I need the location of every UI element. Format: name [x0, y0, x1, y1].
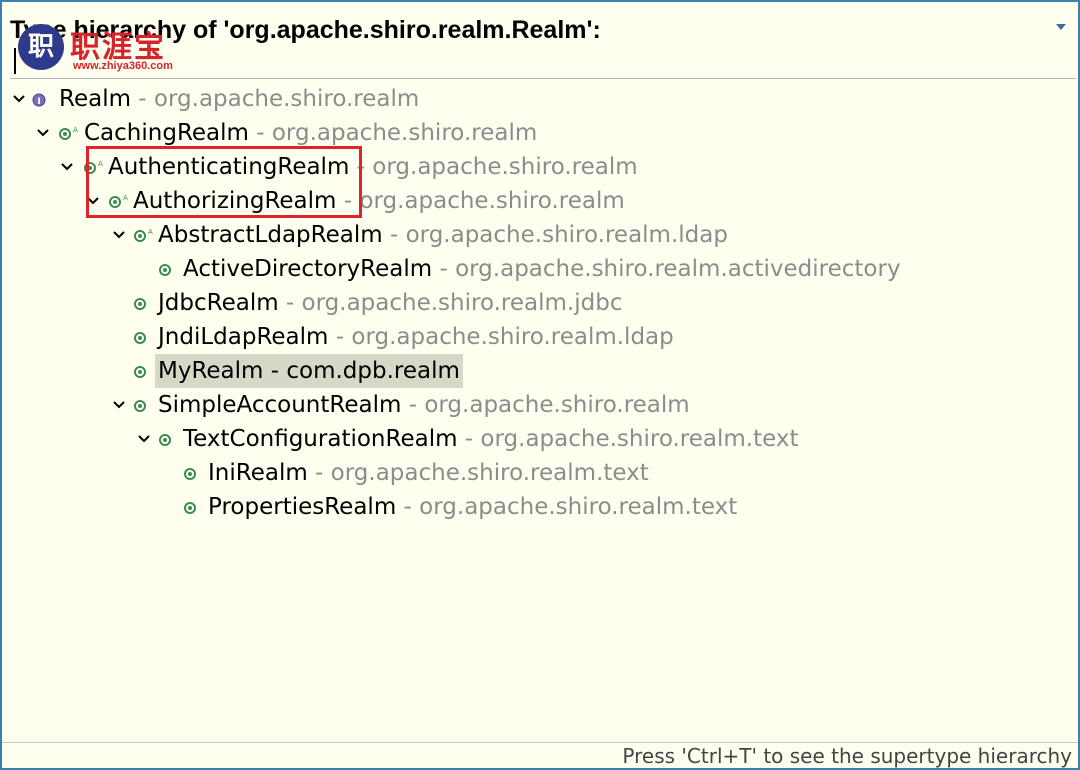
- type-package: com.dpb.realm: [286, 358, 460, 384]
- class-icon: [156, 258, 178, 280]
- class-icon: [131, 326, 153, 348]
- type-package: org.apache.shiro.realm.text: [419, 494, 738, 520]
- status-divider: [2, 742, 1078, 743]
- type-package: org.apache.shiro.realm: [271, 120, 538, 146]
- type-separator: -: [307, 460, 331, 486]
- type-separator: -: [278, 290, 302, 316]
- type-name: ActiveDirectoryRealm: [183, 256, 433, 282]
- type-package: org.apache.shiro.realm.text: [480, 426, 799, 452]
- type-separator: -: [263, 358, 287, 384]
- type-name: PropertiesRealm: [208, 494, 397, 520]
- watermark-logo: 职 职涯宝 www.zhiya360.com: [18, 24, 198, 76]
- type-name: TextConfigurationRealm: [183, 426, 458, 452]
- type-name: JndiLdapRealm: [158, 324, 329, 350]
- type-separator: -: [457, 426, 481, 452]
- type-package: org.apache.shiro.realm.activedirectory: [455, 256, 901, 282]
- watermark-url: www.zhiya360.com: [73, 60, 173, 72]
- type-package: org.apache.shiro.realm: [359, 188, 625, 214]
- type-name: Realm: [59, 86, 131, 112]
- class-icon: [131, 394, 153, 416]
- type-separator: -: [382, 222, 406, 248]
- svg-text:A: A: [73, 126, 78, 134]
- type-name: AbstractLdapRealm: [158, 222, 383, 248]
- type-separator: -: [401, 392, 425, 418]
- class-icon: [181, 462, 203, 484]
- type-name: JdbcRealm: [158, 290, 279, 316]
- type-separator: -: [131, 86, 154, 112]
- class-icon: [131, 360, 153, 382]
- chevron-down-icon[interactable]: [12, 94, 26, 104]
- svg-text:I: I: [37, 97, 40, 107]
- chevron-down-icon[interactable]: [112, 230, 126, 240]
- type-package: org.apache.shiro.realm.ldap: [351, 324, 674, 350]
- class-icon: [181, 496, 203, 518]
- type-name: CachingRealm: [84, 120, 249, 146]
- type-package: org.apache.shiro.realm.ldap: [405, 222, 728, 248]
- abstract-class-icon: A: [56, 122, 78, 144]
- chevron-down-icon[interactable]: [36, 128, 50, 138]
- annotation-highlight-box: [86, 146, 362, 218]
- type-hierarchy-popup: Type hierarchy of 'org.apache.shiro.real…: [0, 0, 1080, 770]
- chevron-down-icon[interactable]: [60, 162, 74, 172]
- filter-input-caret[interactable]: [14, 48, 16, 74]
- type-separator: -: [248, 120, 272, 146]
- chevron-down-icon[interactable]: [112, 400, 126, 410]
- class-icon: [156, 428, 178, 450]
- type-package: org.apache.shiro.realm.jdbc: [301, 290, 623, 316]
- chevron-down-icon[interactable]: [137, 434, 151, 444]
- filter-input-underline: [10, 78, 1076, 79]
- type-name: MyRealm: [158, 358, 264, 384]
- type-package: org.apache.shiro.realm: [424, 392, 690, 418]
- svg-text:A: A: [148, 228, 153, 236]
- type-name: IniRealm: [208, 460, 308, 486]
- type-package: org.apache.shiro.realm: [372, 154, 638, 180]
- class-icon: [131, 292, 153, 314]
- view-menu-chevron-icon[interactable]: [1056, 24, 1066, 30]
- abstract-class-icon: A: [131, 224, 153, 246]
- watermark-badge-icon: 职: [18, 24, 64, 70]
- type-package: org.apache.shiro.realm.text: [330, 460, 649, 486]
- interface-icon: I: [30, 88, 52, 110]
- type-name: SimpleAccountRealm: [158, 392, 402, 418]
- type-package: org.apache.shiro.realm: [153, 86, 420, 112]
- status-hint: Press 'Ctrl+T' to see the supertype hier…: [622, 744, 1072, 768]
- type-separator: -: [432, 256, 456, 282]
- type-separator: -: [328, 324, 352, 350]
- type-separator: -: [396, 494, 420, 520]
